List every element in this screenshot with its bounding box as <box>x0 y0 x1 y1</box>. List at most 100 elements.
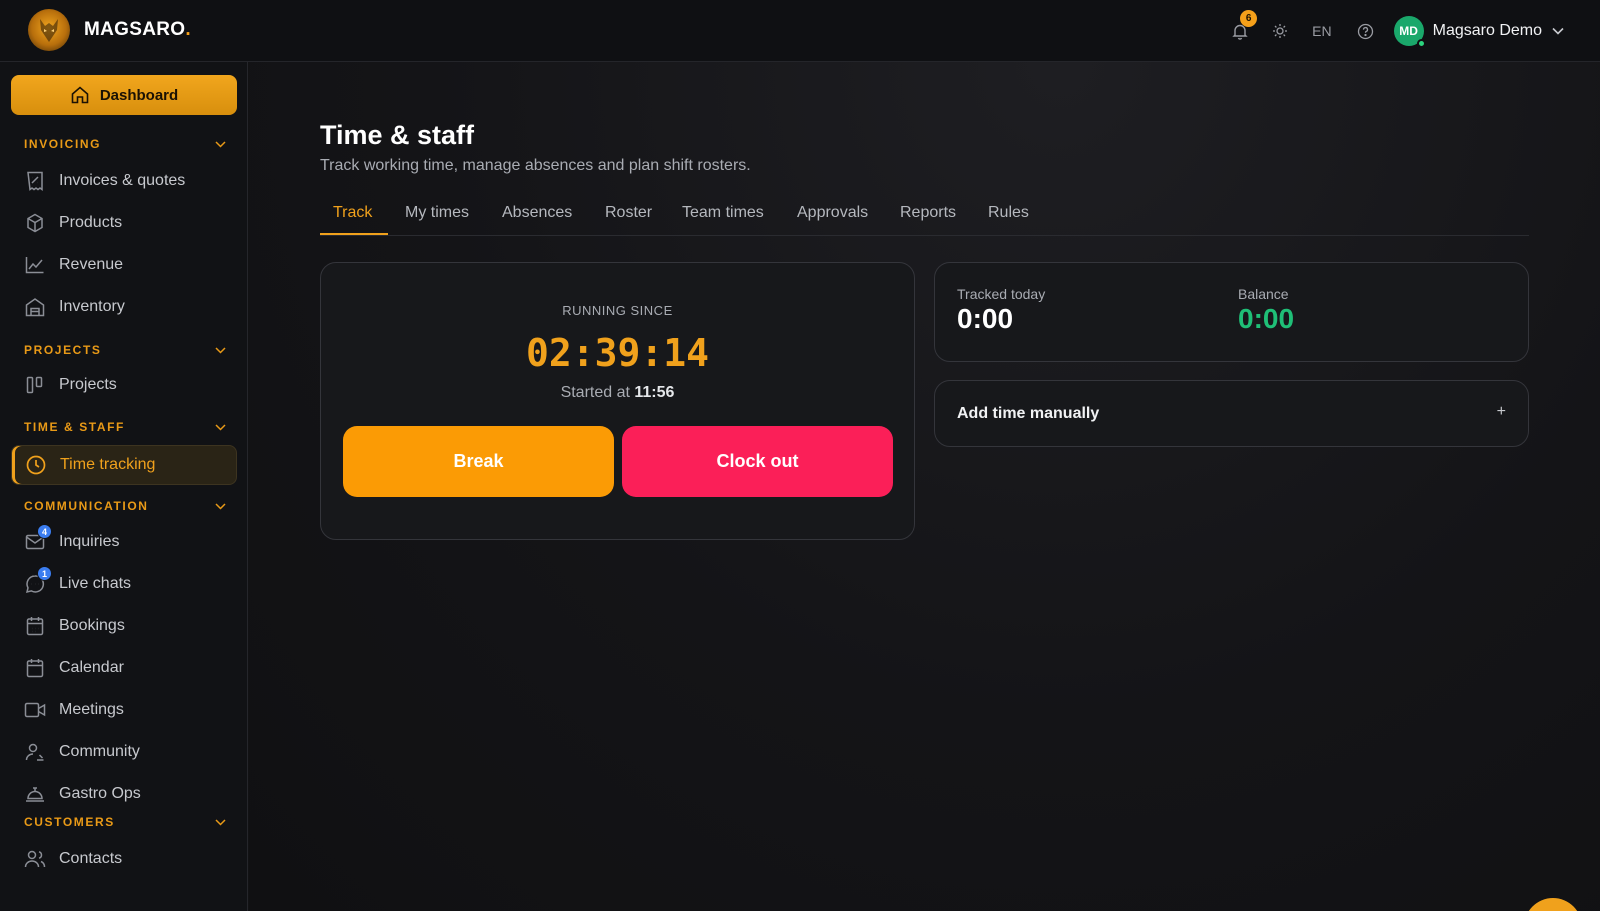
sidebar-item-inventory[interactable]: Inventory <box>11 287 237 327</box>
chevron-down-icon[interactable] <box>1548 21 1568 41</box>
sidebar-item-label: Live chats <box>59 575 132 592</box>
sidebar-item-time-tracking[interactable]: Time tracking <box>11 445 237 485</box>
elapsed-timer: 02:39:14 <box>525 331 710 375</box>
bell-icon[interactable]: 6 <box>1230 10 1258 41</box>
sidebar: Dashboard INVOICING Invoices & quotes Pr… <box>0 62 248 911</box>
notification-count-badge: 6 <box>1240 10 1258 27</box>
sidebar-item-label: Community <box>59 743 140 760</box>
tab-my-times[interactable]: My times <box>405 204 469 222</box>
sidebar-item-revenue[interactable]: Revenue <box>11 245 237 285</box>
section-time-staff-label: TIME & STAFF <box>24 420 125 434</box>
box-icon <box>24 212 46 234</box>
brand-name: MAGSARO. <box>84 19 191 41</box>
sidebar-item-calendar[interactable]: Calendar <box>11 648 237 688</box>
tab-absences[interactable]: Absences <box>502 204 572 222</box>
help-icon[interactable] <box>1356 21 1376 41</box>
section-communication-label: COMMUNICATION <box>24 499 149 513</box>
active-tab-indicator <box>320 233 388 235</box>
kanban-icon <box>24 374 46 396</box>
sidebar-item-label: Bookings <box>59 617 125 634</box>
tab-roster[interactable]: Roster <box>605 204 652 222</box>
chat-bubble-icon: 1 <box>24 566 52 595</box>
user-avatar[interactable]: MD <box>1393 16 1426 48</box>
clock-icon <box>25 454 47 476</box>
brand-dot: . <box>185 19 191 40</box>
sidebar-item-label: Inquiries <box>59 533 120 550</box>
brand-name-text: MAGSARO <box>84 19 186 40</box>
live-chats-count-badge: 1 <box>37 566 52 581</box>
timer-card: RUNNING SINCE 02:39:14 Started at 11:56 … <box>320 262 915 540</box>
page-subtitle: Track working time, manage absences and … <box>320 157 751 174</box>
brand[interactable]: MAGSARO. <box>28 9 191 51</box>
stats-card: Tracked today 0:00 Balance 0:00 <box>934 262 1529 362</box>
sidebar-item-label: Revenue <box>59 256 124 273</box>
receipt-icon <box>24 170 46 192</box>
chevron-down-icon <box>215 423 226 431</box>
clock-out-button[interactable]: Clock out <box>622 426 893 497</box>
inquiries-count-badge: 4 <box>37 524 52 539</box>
chevron-down-icon <box>215 346 226 354</box>
service-bell-icon <box>24 783 46 805</box>
dashboard-label: Dashboard <box>99 86 179 104</box>
chevron-down-icon <box>215 502 226 510</box>
avatar-initials: MD <box>1399 24 1418 38</box>
page-title: Time & staff <box>320 120 475 150</box>
wolf-logo-icon <box>28 9 70 51</box>
sidebar-item-projects[interactable]: Projects <box>11 365 237 405</box>
line-chart-icon <box>24 254 46 276</box>
online-status-dot <box>1416 39 1426 48</box>
sidebar-item-label: Inventory <box>59 298 125 315</box>
tab-rules[interactable]: Rules <box>988 204 1029 222</box>
tab-team-times[interactable]: Team times <box>682 204 764 222</box>
video-camera-icon <box>24 699 46 721</box>
warehouse-icon <box>24 296 46 318</box>
sidebar-item-label: Time tracking <box>60 456 156 473</box>
chevron-down-icon <box>215 140 226 148</box>
sidebar-item-products[interactable]: Products <box>11 203 237 243</box>
tab-reports[interactable]: Reports <box>900 204 956 222</box>
theme-sun-icon[interactable] <box>1270 21 1290 41</box>
calendar-check-icon <box>24 615 46 637</box>
section-invoicing-label: INVOICING <box>24 137 102 151</box>
sidebar-item-label: Calendar <box>59 659 124 676</box>
mail-icon: 4 <box>24 524 52 553</box>
users-icon <box>24 848 46 870</box>
break-button[interactable]: Break <box>343 426 614 497</box>
sidebar-item-invoices[interactable]: Invoices & quotes <box>11 161 237 201</box>
started-at-text: Started at 11:56 <box>321 384 914 402</box>
section-projects-label: PROJECTS <box>24 343 102 357</box>
sidebar-item-meetings[interactable]: Meetings <box>11 690 237 730</box>
tab-track[interactable]: Track <box>333 204 372 222</box>
language-selector[interactable]: EN <box>1312 23 1331 39</box>
section-customers[interactable]: CUSTOMERS <box>24 814 226 830</box>
sidebar-item-label: Gastro Ops <box>59 785 141 802</box>
sidebar-item-inquiries[interactable]: 4 Inquiries <box>11 522 237 562</box>
sidebar-item-contacts[interactable]: Contacts <box>11 839 237 879</box>
section-communication[interactable]: COMMUNICATION <box>24 498 226 514</box>
section-time-staff[interactable]: TIME & STAFF <box>24 419 226 435</box>
tracked-today-value: 0:00 <box>957 303 1014 334</box>
community-icon <box>24 741 46 763</box>
user-menu-name[interactable]: Magsaro Demo <box>1433 22 1542 40</box>
section-invoicing[interactable]: INVOICING <box>24 136 226 152</box>
sidebar-item-bookings[interactable]: Bookings <box>11 606 237 646</box>
tab-approvals[interactable]: Approvals <box>797 204 868 222</box>
tracked-today-label: Tracked today <box>957 286 1046 302</box>
calendar-icon <box>24 657 46 679</box>
main-content: Time & staff Track working time, manage … <box>249 62 1600 911</box>
started-at-prefix: Started at <box>560 384 630 401</box>
tab-bar: Track My times Absences Roster Team time… <box>320 198 1529 236</box>
sidebar-item-label: Products <box>59 214 123 231</box>
add-time-manually-panel[interactable]: Add time manually + <box>934 380 1529 447</box>
home-icon <box>71 86 89 104</box>
sidebar-item-live-chats[interactable]: 1 Live chats <box>11 564 237 604</box>
running-since-label: RUNNING SINCE <box>562 303 673 318</box>
balance-label: Balance <box>1238 286 1289 302</box>
chevron-down-icon <box>215 818 226 826</box>
dashboard-button[interactable]: Dashboard <box>11 75 237 115</box>
plus-icon: + <box>1496 403 1506 420</box>
sidebar-item-community[interactable]: Community <box>11 732 237 772</box>
section-projects[interactable]: PROJECTS <box>24 342 226 358</box>
sidebar-item-label: Meetings <box>59 701 124 718</box>
sidebar-item-gastro-ops[interactable]: Gastro Ops <box>11 774 237 814</box>
